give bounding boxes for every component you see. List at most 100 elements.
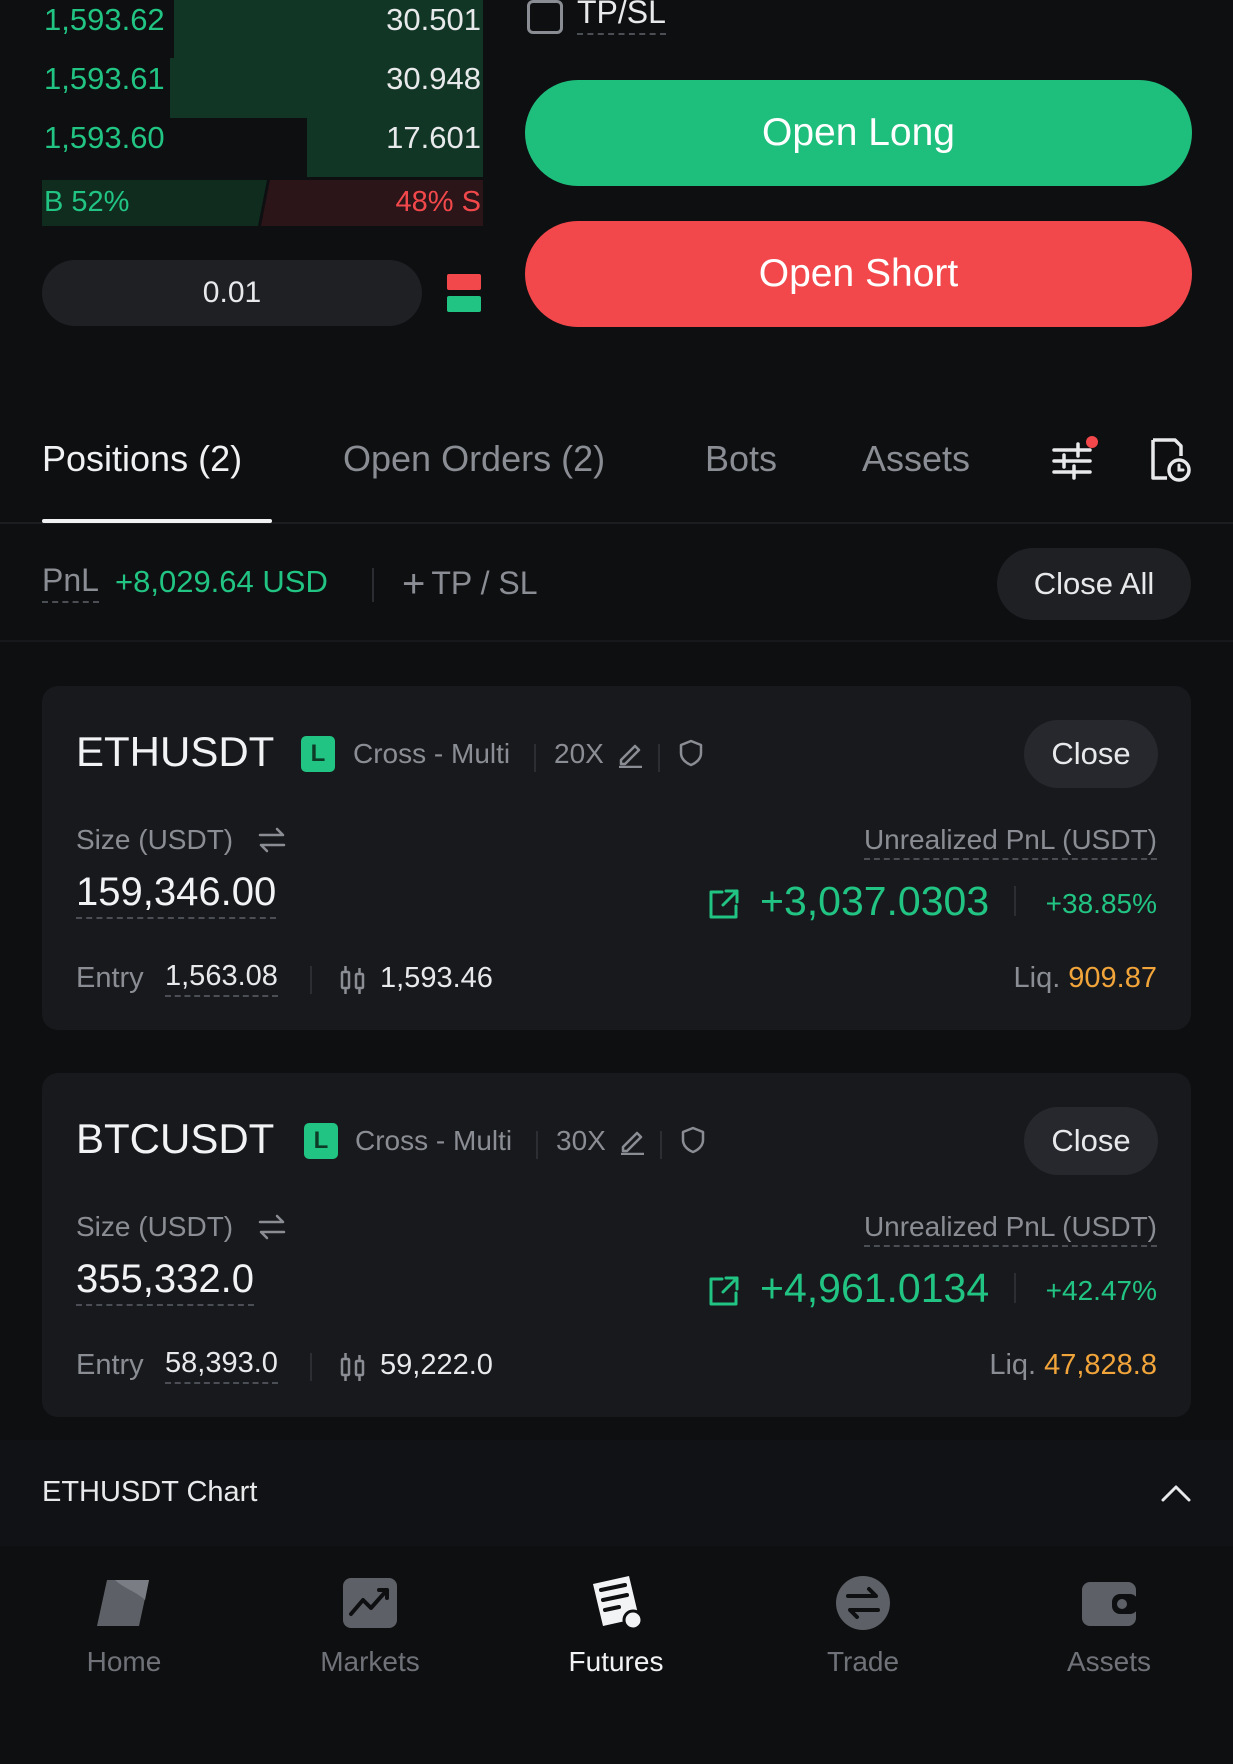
position-size: 159,346.00 <box>76 870 277 919</box>
unrealized-pnl-label[interactable]: Unrealized PnL (USDT) <box>863 1211 1157 1247</box>
share-icon[interactable] <box>706 1273 742 1309</box>
pnl-label[interactable]: PnL <box>42 562 99 603</box>
order-book-row[interactable]: 1,593.61 30.948 <box>42 58 483 118</box>
bid-price: 1,593.60 <box>44 120 165 155</box>
position-size: 355,332.0 <box>76 1257 254 1306</box>
unrealized-pnl-value: +3,037.0303 <box>760 878 990 924</box>
bottom-navigation: Home Markets Futures Trade Assets <box>0 1546 1233 1764</box>
liquidation-price: 47,828.8 <box>1044 1349 1157 1381</box>
divider <box>1014 886 1016 916</box>
entry-label: Entry <box>76 962 144 994</box>
nav-label: Home <box>86 1646 162 1677</box>
bid-price: 1,593.62 <box>44 2 165 37</box>
unrealized-pnl-label[interactable]: Unrealized PnL (USDT) <box>863 824 1157 860</box>
open-short-button[interactable]: Open Short <box>525 221 1192 327</box>
nav-futures[interactable]: Futures <box>516 1574 716 1678</box>
position-card: ETHUSDT L Cross - Multi 20X Close Size (… <box>42 686 1191 1030</box>
tab-bots[interactable]: Bots <box>705 438 777 480</box>
divider <box>310 1353 312 1381</box>
divider <box>660 1131 662 1159</box>
leverage[interactable]: 20X <box>554 738 604 770</box>
entry-price: 1,563.08 <box>165 960 278 997</box>
unrealized-pnl-percent: +38.85% <box>1045 888 1157 919</box>
bid-price: 1,593.61 <box>44 61 165 96</box>
order-book: 1,593.62 30.501 1,593.61 30.948 1,593.60… <box>42 0 483 177</box>
divider <box>372 568 374 602</box>
divider <box>536 1131 538 1159</box>
mark-price: 1,593.46 <box>380 962 493 994</box>
liq-label: Liq. <box>1013 962 1061 994</box>
trade-icon <box>836 1576 890 1630</box>
nav-label: Trade <box>826 1646 900 1677</box>
nav-markets[interactable]: Markets <box>270 1574 470 1678</box>
add-tpsl-label: TP / SL <box>431 565 538 601</box>
mark-price: 59,222.0 <box>380 1349 493 1381</box>
candlestick-icon <box>340 1353 365 1381</box>
close-position-button[interactable]: Close <box>1024 1107 1158 1175</box>
unrealized-pnl-value: +4,961.0134 <box>760 1265 990 1311</box>
sell-ratio: 48% S <box>395 186 481 218</box>
active-tab-indicator <box>42 519 272 523</box>
total-pnl-value: +8,029.64 USD <box>115 564 328 599</box>
entry-price: 58,393.0 <box>165 1347 278 1384</box>
tpsl-label[interactable]: TP/SL <box>577 0 666 35</box>
position-card: BTCUSDT L Cross - Multi 30X Close Size (… <box>42 1073 1191 1417</box>
order-book-row[interactable]: 1,593.62 30.501 <box>42 0 483 59</box>
leverage[interactable]: 30X <box>556 1125 606 1157</box>
tab-assets[interactable]: Assets <box>862 438 970 480</box>
bid-quantity: 30.948 <box>386 61 481 96</box>
buy-sell-ratio: B 52% 48% S <box>42 180 483 226</box>
depth-view-icon[interactable] <box>447 274 481 314</box>
filter-settings-icon[interactable] <box>1050 434 1098 484</box>
depth-bid-swatch <box>447 296 481 312</box>
candlestick-icon <box>340 966 365 994</box>
swap-units-icon[interactable] <box>256 1213 288 1241</box>
bid-quantity: 17.601 <box>386 120 481 155</box>
position-symbol[interactable]: BTCUSDT <box>76 1115 274 1163</box>
chart-title: ETHUSDT Chart <box>42 1476 258 1508</box>
shield-icon[interactable] <box>680 1125 706 1155</box>
nav-trade[interactable]: Trade <box>763 1574 963 1678</box>
positions-tabs: Positions (2) Open Orders (2) Bots Asset… <box>0 420 1233 524</box>
chart-panel-toggle[interactable]: ETHUSDT Chart <box>0 1440 1233 1546</box>
order-history-icon[interactable] <box>1145 434 1193 484</box>
bid-quantity: 30.501 <box>386 2 481 37</box>
tpsl-checkbox[interactable] <box>527 0 563 34</box>
nav-label: Markets <box>320 1646 420 1677</box>
plus-icon: + <box>402 562 426 606</box>
tab-open-orders[interactable]: Open Orders (2) <box>343 438 605 480</box>
divider <box>310 966 312 994</box>
swap-units-icon[interactable] <box>256 826 288 854</box>
nav-assets[interactable]: Assets <box>1009 1574 1209 1678</box>
shield-icon[interactable] <box>678 738 704 768</box>
tab-positions[interactable]: Positions (2) <box>42 438 242 480</box>
entry-label: Entry <box>76 1349 144 1381</box>
buy-ratio: B 52% <box>44 186 130 218</box>
nav-label: Assets <box>1066 1646 1152 1677</box>
open-long-button[interactable]: Open Long <box>525 80 1192 186</box>
share-icon[interactable] <box>706 886 742 922</box>
margin-mode: Cross - Multi <box>355 1125 513 1156</box>
add-tpsl-button[interactable]: + TP / SL <box>402 562 537 607</box>
close-all-button[interactable]: Close All <box>997 548 1191 620</box>
chevron-up-icon[interactable] <box>1160 1482 1192 1504</box>
size-label: Size (USDT) <box>76 824 234 855</box>
divider <box>1014 1273 1016 1303</box>
long-side-badge: L <box>304 1123 338 1159</box>
unrealized-pnl-percent: +42.47% <box>1045 1275 1157 1306</box>
liquidation-price-group: Liq. 47,828.8 <box>989 1349 1157 1382</box>
order-book-row[interactable]: 1,593.60 17.601 <box>42 117 483 177</box>
close-position-button[interactable]: Close <box>1024 720 1158 788</box>
markets-icon <box>343 1578 397 1628</box>
edit-leverage-icon[interactable] <box>618 1125 646 1155</box>
wallet-icon <box>1082 1582 1138 1626</box>
position-symbol[interactable]: ETHUSDT <box>76 728 274 776</box>
liquidation-price: 909.87 <box>1068 962 1157 994</box>
home-icon <box>97 1580 149 1626</box>
size-label: Size (USDT) <box>76 1211 234 1242</box>
margin-mode: Cross - Multi <box>353 738 511 769</box>
divider <box>658 744 660 772</box>
quantity-selector[interactable]: 0.01 <box>42 260 422 326</box>
nav-home[interactable]: Home <box>24 1574 224 1678</box>
edit-leverage-icon[interactable] <box>616 738 644 768</box>
